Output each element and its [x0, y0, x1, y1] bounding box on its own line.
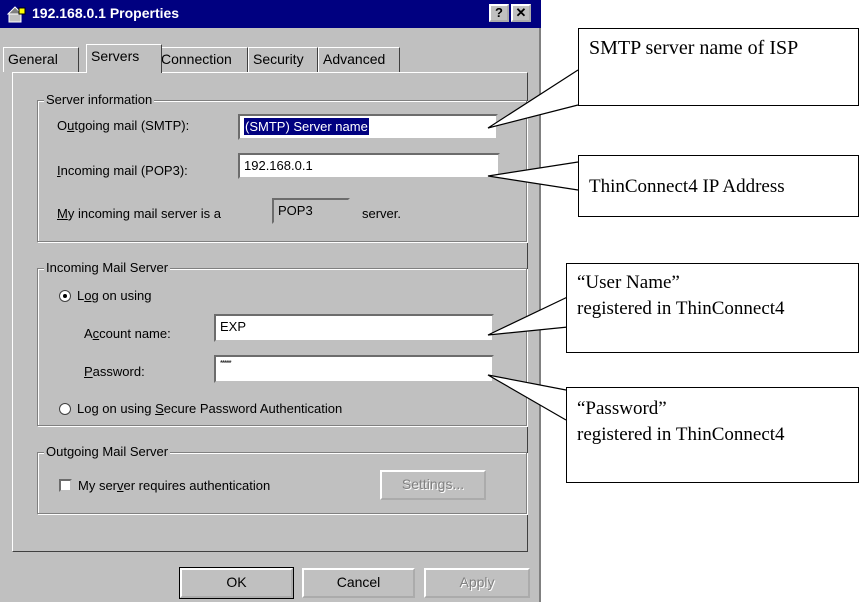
tab-security[interactable]: Security — [248, 47, 318, 72]
spa-radio[interactable] — [59, 403, 71, 415]
incoming-mail-input[interactable]: 192.168.0.1 — [238, 153, 500, 179]
tab-servers[interactable]: Servers — [86, 44, 162, 73]
callout-user-name-line2: registered in ThinConnect4 — [577, 297, 785, 319]
incoming-mail-label: Incoming mail (POP3): — [57, 163, 188, 178]
group-title: Incoming Mail Server — [44, 260, 171, 275]
requires-auth-label: My server requires authentication — [78, 478, 271, 493]
tab-connection[interactable]: Connection — [156, 47, 248, 72]
account-name-label: Account name: — [84, 326, 171, 341]
callout-smtp: SMTP server name of ISP — [578, 28, 859, 106]
outgoing-mail-label: Outgoing mail (SMTP): — [57, 118, 190, 133]
cancel-button[interactable]: Cancel — [302, 568, 415, 598]
callout-user-name-line1: “User Name” — [577, 272, 680, 293]
account-name-input[interactable]: EXP — [214, 314, 494, 342]
incoming-server-type-label: My incoming mail server is a — [57, 206, 221, 221]
callout-user-name: “User Name” registered in ThinConnect4 — [566, 263, 859, 353]
server-suffix-label: server. — [362, 206, 402, 221]
spa-label: Log on using Secure Password Authenticat… — [77, 401, 343, 416]
incoming-server-type-value: POP3 — [272, 198, 350, 224]
properties-dialog: 192.168.0.1 Properties ? ✕ General Serve… — [0, 0, 541, 602]
ok-button[interactable]: OK — [179, 567, 294, 599]
password-label: Password: — [84, 364, 145, 379]
callout-password-line2: registered in ThinConnect4 — [577, 423, 785, 445]
password-input[interactable]: ***** — [214, 355, 494, 383]
help-button[interactable]: ? — [489, 4, 509, 22]
window-title: 192.168.0.1 Properties — [32, 5, 180, 21]
group-title: Server information — [44, 92, 155, 107]
apply-button[interactable]: Apply — [424, 568, 530, 598]
outgoing-mail-input[interactable]: (SMTP) Server name — [238, 114, 498, 140]
settings-button[interactable]: Settings... — [380, 470, 486, 500]
callout-ip-address: ThinConnect4 IP Address — [578, 155, 859, 217]
group-title: Outgoing Mail Server — [44, 444, 171, 459]
mail-account-icon — [6, 5, 27, 23]
log-on-using-radio[interactable] — [59, 290, 71, 302]
title-bar: 192.168.0.1 Properties ? ✕ — [0, 0, 541, 28]
log-on-using-label: Log on using — [77, 288, 152, 303]
close-button[interactable]: ✕ — [511, 4, 531, 22]
tab-advanced[interactable]: Advanced — [318, 47, 400, 72]
callout-password-line1: “Password” — [577, 398, 667, 419]
requires-auth-checkbox[interactable] — [59, 479, 72, 492]
callout-password: “Password” registered in ThinConnect4 — [566, 387, 859, 483]
tab-general[interactable]: General — [3, 47, 79, 72]
